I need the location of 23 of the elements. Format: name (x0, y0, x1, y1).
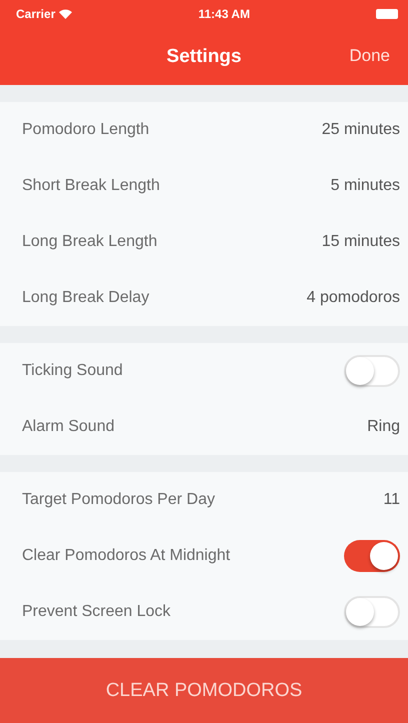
toggle-switch[interactable] (344, 596, 400, 628)
time-label: 11:43 AM (198, 7, 250, 21)
setting-label: Long Break Length (22, 233, 158, 251)
setting-value[interactable]: 5 minutes (330, 177, 400, 195)
setting-value[interactable]: Ring (367, 418, 400, 436)
toggle-switch[interactable] (344, 355, 400, 387)
setting-label: Long Break Delay (22, 289, 150, 307)
battery-icon (376, 9, 398, 19)
setting-value[interactable]: 11 (383, 491, 400, 509)
setting-label: Pomodoro Length (22, 121, 150, 139)
setting-label: Ticking Sound (22, 362, 123, 380)
setting-value[interactable]: 4 pomodoros (306, 289, 400, 307)
setting-label: Prevent Screen Lock (22, 603, 171, 621)
setting-value[interactable]: 15 minutes (322, 233, 400, 251)
setting-value[interactable]: 25 minutes (322, 121, 400, 139)
toggle-switch[interactable] (344, 540, 400, 572)
carrier-label: Carrier (16, 7, 56, 21)
setting-label: Alarm Sound (22, 418, 114, 436)
wifi-icon (59, 9, 72, 19)
setting-label: Clear Pomodoros At Midnight (22, 547, 230, 565)
page-title: Settings (166, 46, 242, 68)
setting-label: Short Break Length (22, 177, 160, 195)
setting-label: Target Pomodoros Per Day (22, 491, 215, 509)
